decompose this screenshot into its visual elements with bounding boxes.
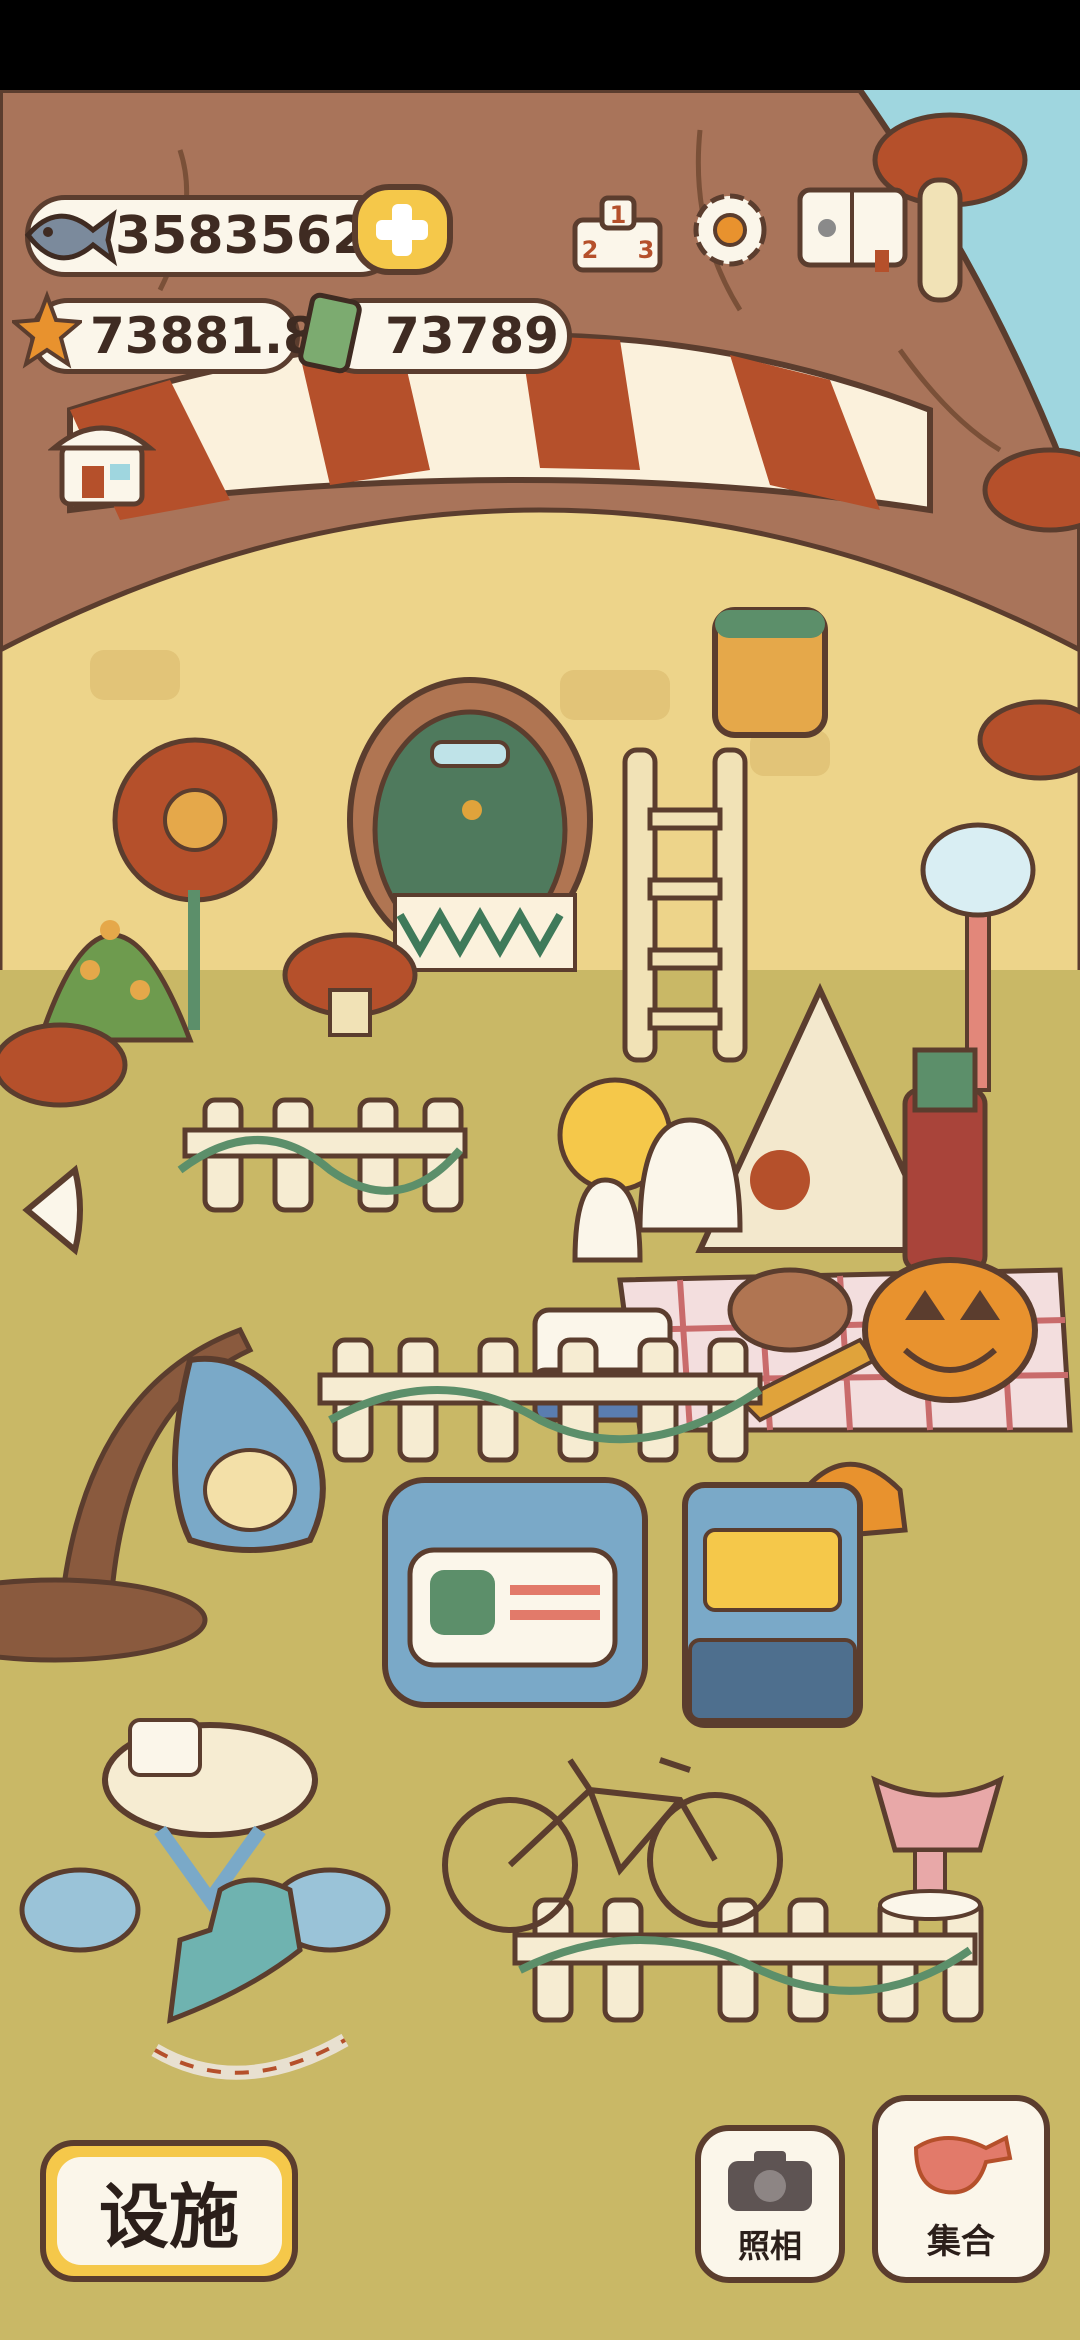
back-arrow-button[interactable] [15, 1160, 90, 1260]
ranking-icon: 12 3 [572, 195, 663, 273]
scene-illustration [0, 90, 1080, 2340]
whistle-icon [913, 2135, 1013, 2195]
cat-book-icon [797, 187, 908, 272]
add-currency-button[interactable] [350, 182, 455, 277]
gather-label: 集合 [927, 2222, 995, 2262]
camera-button[interactable]: 照相 [695, 2125, 845, 2283]
back-arrow-icon [22, 1164, 83, 1256]
cat-book-button[interactable] [795, 180, 910, 275]
camera-label: 照相 [737, 2227, 802, 2265]
shop-icon [48, 425, 156, 507]
ticket-icon [292, 288, 372, 378]
stool-left [19, 1867, 141, 1953]
svg-text:3: 3 [638, 236, 655, 264]
game-scene[interactable]: 35835629 123 73881.8 73789 设施 照相 集合 [0, 90, 1080, 2340]
gather-button[interactable]: 集合 [872, 2095, 1050, 2283]
svg-text:1: 1 [610, 201, 627, 229]
star-currency-value: 73881.8 [90, 307, 318, 365]
facilities-button[interactable]: 设施 [40, 2140, 298, 2282]
gumball-lamp [920, 822, 1036, 918]
shop-button[interactable] [48, 410, 156, 510]
camera-icon [728, 2151, 812, 2211]
facilities-label: 设施 [99, 2175, 239, 2258]
settings-icon [693, 193, 767, 267]
jack-o-lantern [862, 1257, 1038, 1403]
status-bar [0, 0, 1080, 90]
bread-basket [727, 1267, 853, 1353]
ranking-button[interactable]: 12 3 [570, 190, 665, 275]
fish-icon [18, 190, 118, 280]
svg-text:2: 2 [582, 236, 599, 264]
ticket-currency-value: 73789 [385, 307, 559, 365]
star-icon [12, 290, 82, 370]
add-icon [352, 184, 453, 275]
nutcracker [902, 1087, 988, 1273]
settings-button[interactable] [685, 185, 775, 275]
